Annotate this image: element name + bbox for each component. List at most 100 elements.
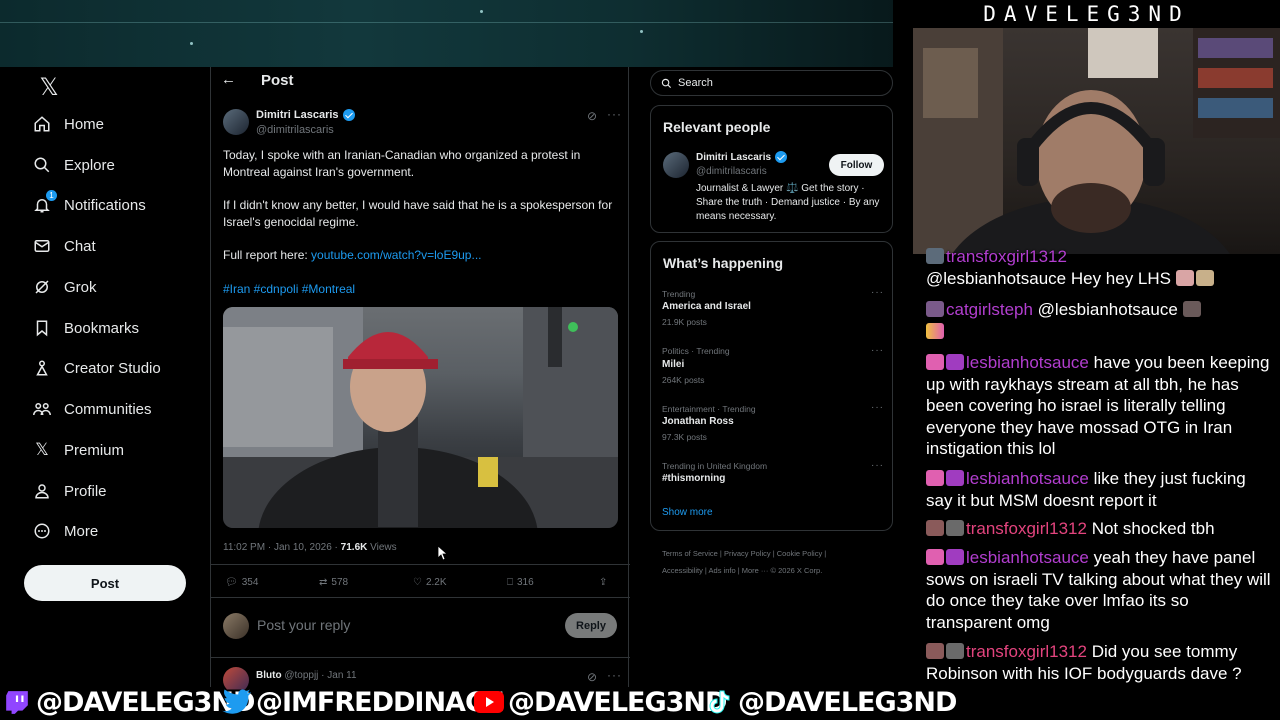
chat-message: lesbianhotsauce have you been keeping up… [926, 352, 1274, 460]
follow-button[interactable]: Follow [829, 154, 884, 176]
nav-bookmarks[interactable]: Bookmarks [32, 310, 139, 346]
more-options-icon[interactable]: ··· [871, 460, 884, 471]
more-options-icon[interactable]: ··· [607, 668, 622, 682]
banner-dot [190, 42, 193, 45]
nav-home[interactable]: Home [32, 106, 104, 142]
post-video[interactable] [223, 307, 618, 528]
grok-icon[interactable]: ⊘ [587, 670, 597, 684]
heart-badge-icon [926, 354, 944, 370]
relevant-person-name[interactable]: Dimitri Lascaris [696, 151, 788, 163]
repost-action[interactable]: ⇄ 578 [319, 577, 348, 588]
trend-topic[interactable]: Jonathan Ross [662, 416, 734, 427]
banner-dot [640, 30, 643, 33]
right-sidebar: Search Relevant people Dimitri Lascaris … [650, 67, 893, 687]
share-icon[interactable]: ⇪ [599, 577, 607, 588]
post-timestamp[interactable]: 11:02 PM · Jan 10, 2026 · [223, 542, 341, 553]
user-badge-icon [926, 301, 944, 317]
chat-text: @lesbianhotsauce [1032, 300, 1178, 319]
author-handle[interactable]: @dimitrilascaris [256, 124, 334, 136]
grok-icon[interactable]: ⊘ [587, 109, 597, 123]
social-tiktok: @DAVELEG3ND [704, 684, 957, 720]
nav-label: Chat [64, 237, 96, 255]
user-badge-icon [946, 643, 964, 659]
nav-label: Premium [64, 441, 125, 459]
author-name[interactable]: Dimitri Lascaris [256, 109, 355, 121]
nav-communities[interactable]: Communities [32, 391, 152, 427]
chat-username[interactable]: transfoxgirl1312 [966, 642, 1087, 661]
streamer-title: DAVELEG3ND [983, 2, 1190, 26]
diamond-badge-icon [946, 470, 964, 486]
youtube-icon [474, 689, 504, 715]
more-options-icon[interactable]: ··· [871, 402, 884, 413]
reply-action[interactable]: 💬︎ 354 [225, 577, 258, 588]
more-options-icon[interactable]: ··· [871, 345, 884, 356]
chat-username[interactable]: transfoxgirl1312 [966, 519, 1087, 538]
nav-label: Notifications [64, 196, 146, 214]
person-icon [32, 481, 52, 501]
diamond-badge-icon [946, 354, 964, 370]
trend-topic[interactable]: #thismorning [662, 473, 725, 484]
bookmark-action[interactable]: ⎕ 316 [507, 577, 534, 588]
nav-notifications[interactable]: 1 Notifications [32, 187, 146, 223]
post-paragraph: If I didn't know any better, I would hav… [223, 198, 613, 229]
verified-badge-icon [775, 151, 788, 163]
nav-label: Bookmarks [64, 319, 140, 337]
trend-topic[interactable]: America and Israel [662, 301, 751, 312]
repost-icon: ⇄ [319, 577, 328, 588]
emote-icon [1182, 301, 1201, 317]
nav-chat[interactable]: Chat [32, 228, 96, 264]
footer-line[interactable]: Terms of Service | Privacy Policy | Cook… [662, 545, 887, 562]
card-title: Relevant people [663, 119, 771, 135]
nav-profile[interactable]: Profile [32, 473, 107, 509]
trend-topic[interactable]: Milei [662, 359, 684, 370]
reply-button[interactable]: Reply [565, 613, 617, 638]
twitter-bird-icon [222, 689, 252, 715]
nav-creator-studio[interactable]: Creator Studio [32, 350, 161, 386]
diamond-badge-icon [946, 549, 964, 565]
heart-icon: ♡ [413, 577, 422, 588]
chat-panel: transfoxgirl1312 @lesbianhotsauce Hey he… [920, 248, 1280, 708]
more-options-icon[interactable]: ··· [871, 287, 884, 298]
twitch-icon [2, 689, 32, 715]
social-twitter: @IMFREDDINAGE [222, 684, 505, 720]
trend-count: 21.9K posts [662, 317, 707, 327]
report-link[interactable]: youtube.com/watch?v=loE9up... [311, 248, 481, 262]
reply-input[interactable]: Post your reply [257, 617, 350, 633]
avatar[interactable] [663, 152, 689, 178]
search-input[interactable]: Search [650, 70, 893, 96]
nav-label: Creator Studio [64, 359, 161, 377]
heart-emote-icon [926, 322, 944, 339]
social-twitch: @DAVELEG3ND [2, 684, 255, 720]
x-logo-icon[interactable]: 𝕏 [32, 71, 66, 105]
relevant-person-handle[interactable]: @dimitrilascaris [696, 166, 767, 177]
chat-username[interactable]: transfoxgirl1312 [946, 248, 1067, 266]
footer-line[interactable]: Accessibility | Ads info | More ··· © 20… [662, 562, 887, 579]
chat-username[interactable]: catgirlsteph [946, 300, 1033, 319]
nav-explore[interactable]: Explore [32, 147, 115, 183]
like-action[interactable]: ♡ 2.2K [413, 577, 447, 588]
views-label: Views [367, 542, 397, 553]
post-button[interactable]: Post [24, 565, 186, 601]
chat-username[interactable]: lesbianhotsauce [966, 548, 1089, 567]
bookmark-icon: ⎕ [507, 577, 513, 588]
more-options-icon[interactable]: ··· [607, 107, 622, 121]
chat-username[interactable]: lesbianhotsauce [966, 353, 1089, 372]
nav-label: Home [64, 115, 105, 133]
nav-premium[interactable]: 𝕏 Premium [32, 432, 124, 468]
reply-icon: 💬︎ [225, 577, 238, 588]
social-handle: @DAVELEG3ND [508, 686, 727, 718]
card-title: What’s happening [663, 255, 784, 271]
more-circle-icon [32, 521, 52, 541]
chat-username[interactable]: lesbianhotsauce [966, 469, 1089, 488]
nav-more[interactable]: More [32, 513, 98, 549]
social-youtube: @DAVELEG3ND [474, 684, 727, 720]
nav-grok[interactable]: Grok [32, 269, 97, 305]
chat-message: transfoxgirl1312 Did you see tommy Robin… [926, 641, 1274, 684]
post-hashtags[interactable]: #Iran #cdnpoli #Montreal [223, 281, 618, 298]
social-handle: @DAVELEG3ND [738, 686, 957, 718]
show-more-link[interactable]: Show more [662, 507, 713, 518]
back-arrow-icon[interactable]: ← [221, 71, 239, 91]
reply-author[interactable]: Bluto @toppjj · Jan 11 [256, 670, 357, 681]
avatar[interactable] [223, 109, 249, 135]
trend-count: 97.3K posts [662, 432, 707, 442]
